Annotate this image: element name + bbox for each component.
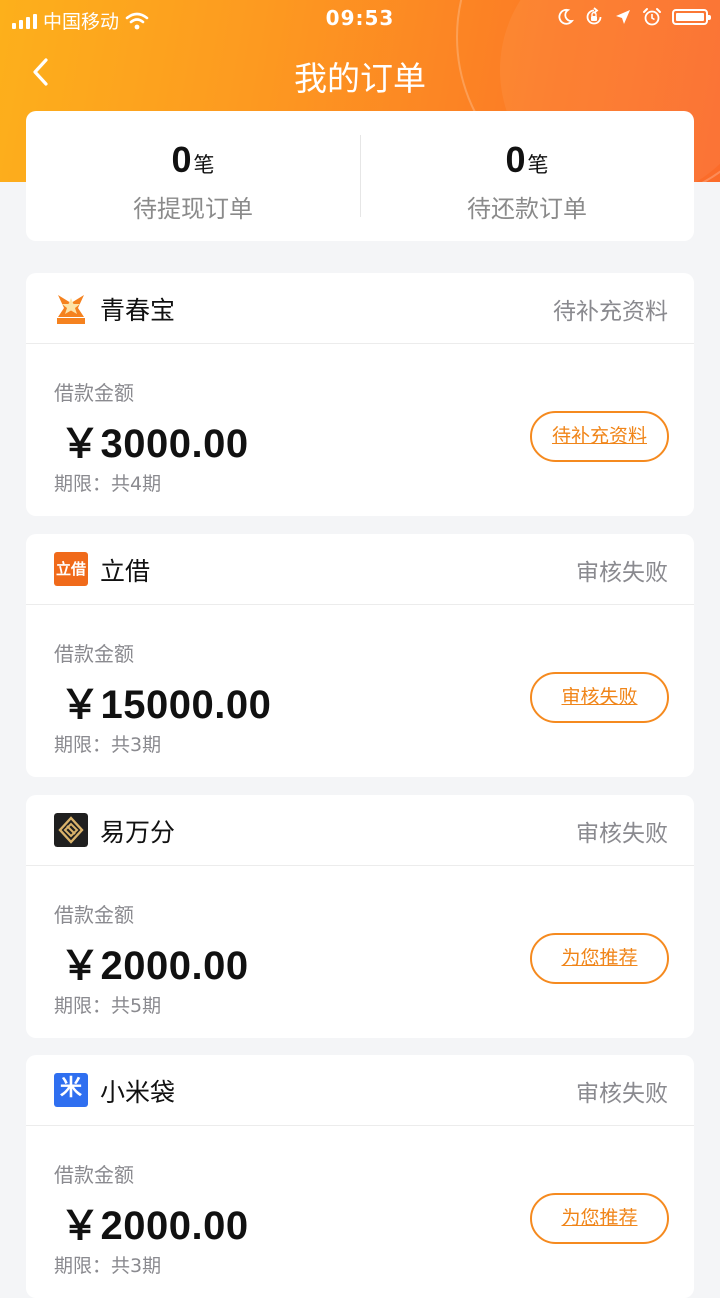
qingchunbao-logo-icon xyxy=(54,291,88,325)
loan-amount: ￥2000.00 xyxy=(60,1204,249,1248)
order-action-button[interactable]: 待补充资料 xyxy=(530,411,669,462)
order-action-button[interactable]: 审核失败 xyxy=(530,672,669,723)
order-card-header: 立借 立借 审核失败 xyxy=(26,534,694,605)
lijie-logo-icon: 立借 xyxy=(54,552,88,586)
lender-name: 易万分 xyxy=(100,818,176,847)
order-status: 待补充资料 xyxy=(553,299,668,325)
pending-withdraw-label: 待提现订单 xyxy=(133,195,253,223)
order-card-header: 青春宝 待补充资料 xyxy=(26,273,694,344)
order-card-header: 易万分 审核失败 xyxy=(26,795,694,866)
order-card-header: 米 小米袋 审核失败 xyxy=(26,1055,694,1126)
amount-label: 借款金额 xyxy=(54,1163,134,1187)
loan-term: 期限：共3期 xyxy=(54,734,162,756)
moon-icon xyxy=(558,8,574,25)
loan-term: 期限：共4期 xyxy=(54,473,162,495)
order-action-button[interactable]: 为您推荐 xyxy=(530,933,669,984)
order-card[interactable]: 立借 立借 审核失败 借款金额 ￥15000.00 期限：共3期 审核失败 xyxy=(26,534,694,777)
lender-name: 青春宝 xyxy=(100,296,176,325)
order-status: 审核失败 xyxy=(576,1081,668,1107)
xiaomidai-logo-text: 米 xyxy=(59,1076,82,1101)
yiwanfen-logo-icon xyxy=(54,813,88,847)
pending-repay-label: 待还款订单 xyxy=(467,195,587,223)
rotation-lock-icon xyxy=(586,7,602,25)
order-card[interactable]: 米 小米袋 审核失败 借款金额 ￥2000.00 期限：共3期 为您推荐 xyxy=(26,1055,694,1298)
amount-label: 借款金额 xyxy=(54,381,134,405)
loan-term: 期限：共5期 xyxy=(54,995,162,1017)
order-card[interactable]: 青春宝 待补充资料 借款金额 ￥3000.00 期限：共4期 待补充资料 xyxy=(26,273,694,516)
order-status: 审核失败 xyxy=(576,821,668,847)
count-unit: 笔 xyxy=(193,153,215,177)
count-unit: 笔 xyxy=(527,153,549,177)
battery-icon xyxy=(672,9,711,25)
location-arrow-icon xyxy=(616,10,630,24)
status-bar: 中国移动 09:53 xyxy=(0,0,720,36)
pending-withdraw-count: 0 xyxy=(171,139,192,180)
xiaomidai-logo-icon: 米 xyxy=(54,1073,88,1107)
amount-label: 借款金额 xyxy=(54,642,134,666)
order-action-button[interactable]: 为您推荐 xyxy=(530,1193,669,1244)
order-card[interactable]: 易万分 审核失败 借款金额 ￥2000.00 期限：共5期 为您推荐 xyxy=(26,795,694,1038)
lender-name: 小米袋 xyxy=(100,1078,176,1107)
page-title: 我的订单 xyxy=(294,59,426,98)
loan-amount: ￥15000.00 xyxy=(60,683,272,727)
amount-label: 借款金额 xyxy=(54,903,134,927)
lender-name: 立借 xyxy=(100,557,151,586)
order-status: 审核失败 xyxy=(576,560,668,586)
loan-amount: ￥2000.00 xyxy=(60,944,249,988)
alarm-icon xyxy=(643,8,661,26)
loan-term: 期限：共3期 xyxy=(54,1255,162,1277)
pending-repay-summary[interactable]: 0笔 待还款订单 xyxy=(360,111,694,241)
nav-bar: 我的订单 xyxy=(0,40,720,104)
loan-amount: ￥3000.00 xyxy=(60,422,249,466)
pending-withdraw-summary[interactable]: 0笔 待提现订单 xyxy=(26,111,360,241)
order-summary-card: 0笔 待提现订单 0笔 待还款订单 xyxy=(26,111,694,241)
pending-repay-count: 0 xyxy=(505,139,526,180)
lijie-logo-text: 立借 xyxy=(55,560,86,578)
